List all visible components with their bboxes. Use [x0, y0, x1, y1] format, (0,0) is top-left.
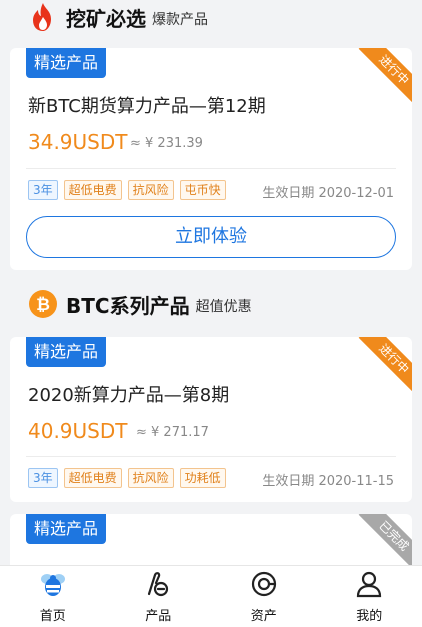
- tab-label: 资产: [250, 609, 277, 624]
- status-ribbon-label: 已完成: [358, 514, 412, 570]
- product-price: 40.9USDT: [28, 419, 128, 443]
- section-title: 挖矿必选: [66, 6, 146, 31]
- tab-home[interactable]: 首页: [0, 566, 106, 627]
- status-ribbon-label: 进行中: [358, 48, 412, 104]
- price-approx-cny: ≈ ¥ 271.17: [136, 425, 209, 440]
- status-ribbon: 进行中: [356, 337, 412, 393]
- try-now-button[interactable]: 立即体验: [26, 216, 396, 258]
- product-price: 34.9USDT: [28, 130, 128, 154]
- featured-badge: 精选产品: [26, 514, 107, 544]
- featured-badge: 精选产品: [26, 48, 107, 78]
- tag-list: 3年 超低电费 抗风险 屯币快: [28, 180, 226, 200]
- featured-badge: 精选产品: [26, 337, 107, 367]
- effective-date: 生效日期 2020-11-15: [262, 474, 394, 489]
- effective-date: 生效日期 2020-12-01: [262, 186, 394, 201]
- tab-assets[interactable]: 资产: [211, 566, 317, 627]
- home-bee-icon: [38, 569, 68, 603]
- product-icon: [143, 569, 173, 603]
- status-ribbon-label: 进行中: [358, 337, 412, 393]
- tab-mine[interactable]: 我的: [317, 566, 422, 627]
- bottom-tab-bar: 首页 产品 资产 我的: [0, 565, 422, 627]
- section-subtitle: 超值优惠: [195, 299, 252, 315]
- section-header-btc: ₿ BTC系列产品 超值优惠: [0, 287, 422, 321]
- tag: 功耗低: [179, 468, 226, 488]
- tag: 超低电费: [63, 180, 122, 200]
- tab-label: 产品: [145, 609, 172, 624]
- fire-icon: [28, 2, 58, 32]
- assets-icon: [249, 569, 279, 603]
- status-ribbon: 进行中: [356, 48, 412, 104]
- tag-list: 3年 超低电费 抗风险 功耗低: [28, 468, 226, 488]
- tag: 屯币快: [179, 180, 226, 200]
- divider: [26, 168, 396, 169]
- tab-label: 首页: [39, 609, 66, 624]
- section-header-hot: 挖矿必选 爆款产品: [0, 0, 422, 34]
- product-card[interactable]: 精选产品 进行中 2020新算力产品—第8期 40.9USDT ≈ ¥ 271.…: [10, 337, 412, 502]
- product-title: 新BTC期货算力产品—第12期: [28, 96, 266, 117]
- tag: 抗风险: [127, 180, 174, 200]
- tag-duration: 3年: [28, 468, 58, 488]
- divider: [26, 456, 396, 457]
- svg-text:₿: ₿: [36, 295, 50, 315]
- section-title: BTC系列产品: [66, 293, 190, 318]
- tag: 超低电费: [63, 468, 122, 488]
- section-subtitle: 爆款产品: [152, 12, 208, 28]
- status-ribbon: 已完成: [356, 514, 412, 570]
- user-icon: [354, 569, 384, 603]
- product-card[interactable]: 精选产品 进行中 新BTC期货算力产品—第12期 34.9USDT ≈ ¥ 23…: [10, 48, 412, 270]
- tab-products[interactable]: 产品: [106, 566, 212, 627]
- bitcoin-icon: ₿: [28, 289, 58, 319]
- price-approx-cny: ≈ ¥ 231.39: [130, 136, 203, 151]
- tag: 抗风险: [127, 468, 174, 488]
- product-title: 2020新算力产品—第8期: [28, 385, 230, 406]
- tag-duration: 3年: [28, 180, 58, 200]
- tab-label: 我的: [356, 609, 383, 624]
